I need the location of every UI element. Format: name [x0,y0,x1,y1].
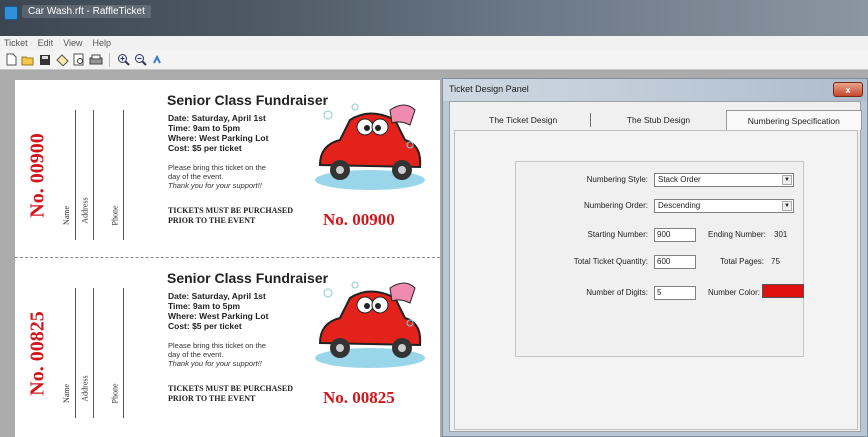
ticket-warning: TICKETS MUST BE PURCHASED PRIOR TO THE E… [168,206,293,225]
window-title: Car Wash.rft - RaffleTicket [22,5,151,18]
numbering-order-select[interactable]: Descending ▼ [654,199,794,213]
menu-edit[interactable]: Edit [38,38,54,48]
menu-ticket[interactable]: Ticket [4,38,28,48]
ticket-note: Please bring this ticket on the day of t… [168,341,266,368]
ending-number-value: 301 [774,230,788,239]
stub-label-address: Address [80,196,90,224]
ticket-details: Date: Saturday, April 1st Time: 9am to 5… [168,291,269,331]
stub-label-name: Name [62,205,72,225]
tab-stub-design[interactable]: The Stub Design [591,110,725,130]
total-pages-label: Total Pages: [720,257,765,266]
ticket-number: No. 00825 [323,388,395,407]
app-icon [4,6,18,20]
menu-bar: Ticket Edit View Help [0,36,868,50]
numbering-style-select[interactable]: Stack Order ▼ [654,173,794,187]
starting-number-label: Starting Number: [587,230,648,239]
stub-line-phone [123,110,124,240]
number-of-digits-label: Number of Digits: [586,288,648,297]
car-wash-clipart [315,103,425,190]
stub-line-name [75,110,76,240]
open-icon[interactable] [21,53,35,67]
print-preview-icon[interactable] [72,53,86,67]
toolbar [0,50,868,70]
number-color-swatch[interactable] [762,284,804,298]
numbering-group: Numbering Style: Stack Order ▼ Numbering… [515,161,804,357]
new-icon[interactable] [4,53,18,67]
ticket-warning: TICKETS MUST BE PURCHASED PRIOR TO THE E… [168,384,293,403]
chevron-down-icon: ▼ [782,201,792,211]
ticket-icon[interactable] [55,53,69,67]
stub-number: No. 00825 [26,310,49,396]
chevron-down-icon: ▼ [782,175,792,185]
dialog-body: The Ticket Design The Stub Design Number… [449,101,862,432]
stub-label-phone: Phone [110,205,120,225]
total-quantity-label: Total Ticket Quantity: [573,257,648,266]
tab-ticket-design[interactable]: The Ticket Design [456,110,590,130]
print-icon[interactable] [89,53,103,67]
stub-line-address [93,110,94,240]
ticket-design-panel: Ticket Design Panel x The Ticket Design … [442,78,868,437]
tab-strip: The Ticket Design The Stub Design Number… [456,110,862,130]
stub-label-address: Address [80,374,90,402]
ticket-number: No. 00900 [323,210,395,229]
ticket-note: Please bring this ticket on the day of t… [168,163,266,190]
ticket-title: Senior Class Fundraiser [167,92,329,108]
close-button[interactable]: x [833,82,863,97]
number-of-digits-input[interactable]: 5 [654,286,696,300]
stub-number: No. 00900 [26,132,49,218]
stub-line-name [75,288,76,418]
zoom-out-icon[interactable] [133,53,147,67]
total-pages-value: 75 [771,257,780,266]
menu-help[interactable]: Help [93,38,112,48]
menu-view[interactable]: View [63,38,82,48]
ticket-title: Senior Class Fundraiser [167,270,329,286]
save-icon[interactable] [38,53,52,67]
help-icon[interactable] [150,53,164,67]
dialog-title-bar[interactable]: Ticket Design Panel x [443,79,867,101]
total-quantity-input[interactable]: 600 [654,255,696,269]
number-color-label: Number Color: [708,288,761,297]
stub-label-name: Name [62,383,72,403]
tab-numbering-specification[interactable]: Numbering Specification [725,110,862,130]
car-wash-clipart [315,281,425,368]
numbering-tab-page: Numbering Style: Stack Order ▼ Numbering… [454,130,858,430]
stub-label-phone: Phone [110,383,120,403]
toolbar-separator [109,52,110,67]
ticket-sheet: No. 00900 Name Address Phone Senior Clas… [15,80,440,437]
ticket-details: Date: Saturday, April 1st Time: 9am to 5… [168,113,269,153]
ticket: No. 00825 Name Address Phone Senior Clas… [15,258,440,434]
dialog-title: Ticket Design Panel [449,84,529,94]
stub-line-phone [123,288,124,418]
stub-line-address [93,288,94,418]
ending-number-label: Ending Number: [708,230,766,239]
numbering-order-label: Numbering Order: [583,201,648,210]
zoom-in-icon[interactable] [116,53,130,67]
ticket: No. 00900 Name Address Phone Senior Clas… [15,80,440,256]
starting-number-input[interactable]: 900 [654,228,696,242]
numbering-style-label: Numbering Style: [586,175,648,184]
title-bar: Car Wash.rft - RaffleTicket [0,0,868,36]
